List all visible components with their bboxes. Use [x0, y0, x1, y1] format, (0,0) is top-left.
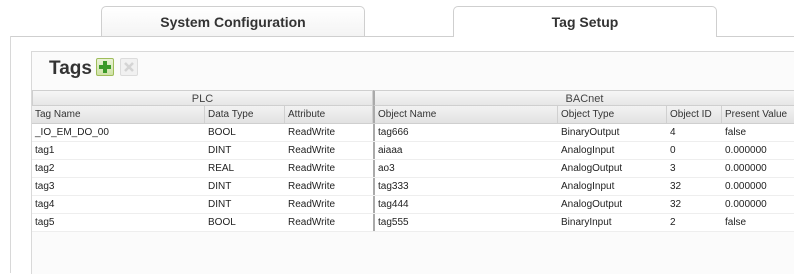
tab-system-configuration[interactable]: System Configuration: [101, 6, 365, 36]
table-cell[interactable]: BOOL: [205, 124, 285, 141]
table-cell[interactable]: tag4: [32, 196, 205, 213]
table-row[interactable]: tag3 DINT ReadWrite tag333 AnalogInput 32 0.00…: [32, 178, 794, 196]
panel-title: Tags: [49, 58, 92, 79]
table-cell[interactable]: ao3: [373, 160, 558, 177]
table-cell[interactable]: AnalogInput: [558, 178, 667, 195]
table-row[interactable]: tag4 DINT ReadWrite tag444 AnalogOutput 32 0.0…: [32, 196, 794, 214]
table-cell[interactable]: false: [722, 124, 794, 141]
column-header[interactable]: Present Value: [722, 106, 794, 123]
table-cell[interactable]: 0.000000: [722, 196, 794, 213]
table-row[interactable]: _IO_EM_DO_00 BOOL ReadWrite tag666 BinaryOut…: [32, 124, 794, 142]
table-cell[interactable]: BinaryOutput: [558, 124, 667, 141]
table-cell[interactable]: 32: [667, 178, 722, 195]
table-cell[interactable]: AnalogInput: [558, 142, 667, 159]
column-header[interactable]: Tag Name: [32, 106, 205, 123]
table-cell[interactable]: DINT: [205, 178, 285, 195]
group-header-bacnet: BACnet: [373, 90, 794, 106]
table-cell[interactable]: false: [722, 214, 794, 231]
table-row[interactable]: tag2 REAL ReadWrite ao3 AnalogOutput 3 0.00000…: [32, 160, 794, 178]
column-header[interactable]: Data Type: [205, 106, 285, 123]
table-cell[interactable]: 4: [667, 124, 722, 141]
table-cell[interactable]: _IO_EM_DO_00: [32, 124, 205, 141]
plus-icon: [99, 61, 111, 73]
table-cell[interactable]: 3: [667, 160, 722, 177]
table-cell[interactable]: tag2: [32, 160, 205, 177]
table-cell[interactable]: DINT: [205, 142, 285, 159]
table-cell[interactable]: 0: [667, 142, 722, 159]
column-header[interactable]: Object Name: [373, 106, 558, 123]
table-row[interactable]: tag5 BOOL ReadWrite tag555 BinaryInput 2 false: [32, 214, 794, 232]
group-header-plc: PLC: [32, 90, 373, 106]
table-cell[interactable]: 32: [667, 196, 722, 213]
table-cell[interactable]: tag333: [373, 178, 558, 195]
table-cell[interactable]: tag1: [32, 142, 205, 159]
delete-tag-button[interactable]: [120, 58, 138, 76]
tab-tag-setup[interactable]: Tag Setup: [453, 6, 717, 37]
table-cell[interactable]: ReadWrite: [285, 196, 373, 213]
table-cell[interactable]: tag666: [373, 124, 558, 141]
table-cell[interactable]: AnalogOutput: [558, 160, 667, 177]
column-header-row: Tag Name Data Type Attribute Object Name…: [32, 106, 794, 124]
table-cell[interactable]: AnalogOutput: [558, 196, 667, 213]
table-cell[interactable]: BOOL: [205, 214, 285, 231]
table-cell[interactable]: tag555: [373, 214, 558, 231]
column-header[interactable]: Attribute: [285, 106, 373, 123]
column-header[interactable]: Object Type: [558, 106, 667, 123]
tags-panel: Tags PLC BACnet Tag Name Data Type Attri…: [31, 51, 794, 274]
table-cell[interactable]: 2: [667, 214, 722, 231]
add-tag-button[interactable]: [96, 58, 114, 76]
table-cell[interactable]: aiaaa: [373, 142, 558, 159]
column-header[interactable]: Object ID: [667, 106, 722, 123]
table-cell[interactable]: ReadWrite: [285, 178, 373, 195]
table-cell[interactable]: BinaryInput: [558, 214, 667, 231]
table-cell[interactable]: 0.000000: [722, 142, 794, 159]
tags-grid: PLC BACnet Tag Name Data Type Attribute …: [32, 90, 794, 232]
group-header-row: PLC BACnet: [32, 90, 794, 106]
table-row[interactable]: tag1 DINT ReadWrite aiaaa AnalogInput 0 0.0000…: [32, 142, 794, 160]
table-cell[interactable]: DINT: [205, 196, 285, 213]
table-cell[interactable]: ReadWrite: [285, 160, 373, 177]
table-cell[interactable]: 0.000000: [722, 178, 794, 195]
x-icon: [124, 62, 134, 72]
table-cell[interactable]: tag3: [32, 178, 205, 195]
table-cell[interactable]: tag444: [373, 196, 558, 213]
table-cell[interactable]: ReadWrite: [285, 142, 373, 159]
table-cell[interactable]: 0.000000: [722, 160, 794, 177]
table-cell[interactable]: ReadWrite: [285, 124, 373, 141]
table-cell[interactable]: REAL: [205, 160, 285, 177]
table-cell[interactable]: ReadWrite: [285, 214, 373, 231]
table-cell[interactable]: tag5: [32, 214, 205, 231]
